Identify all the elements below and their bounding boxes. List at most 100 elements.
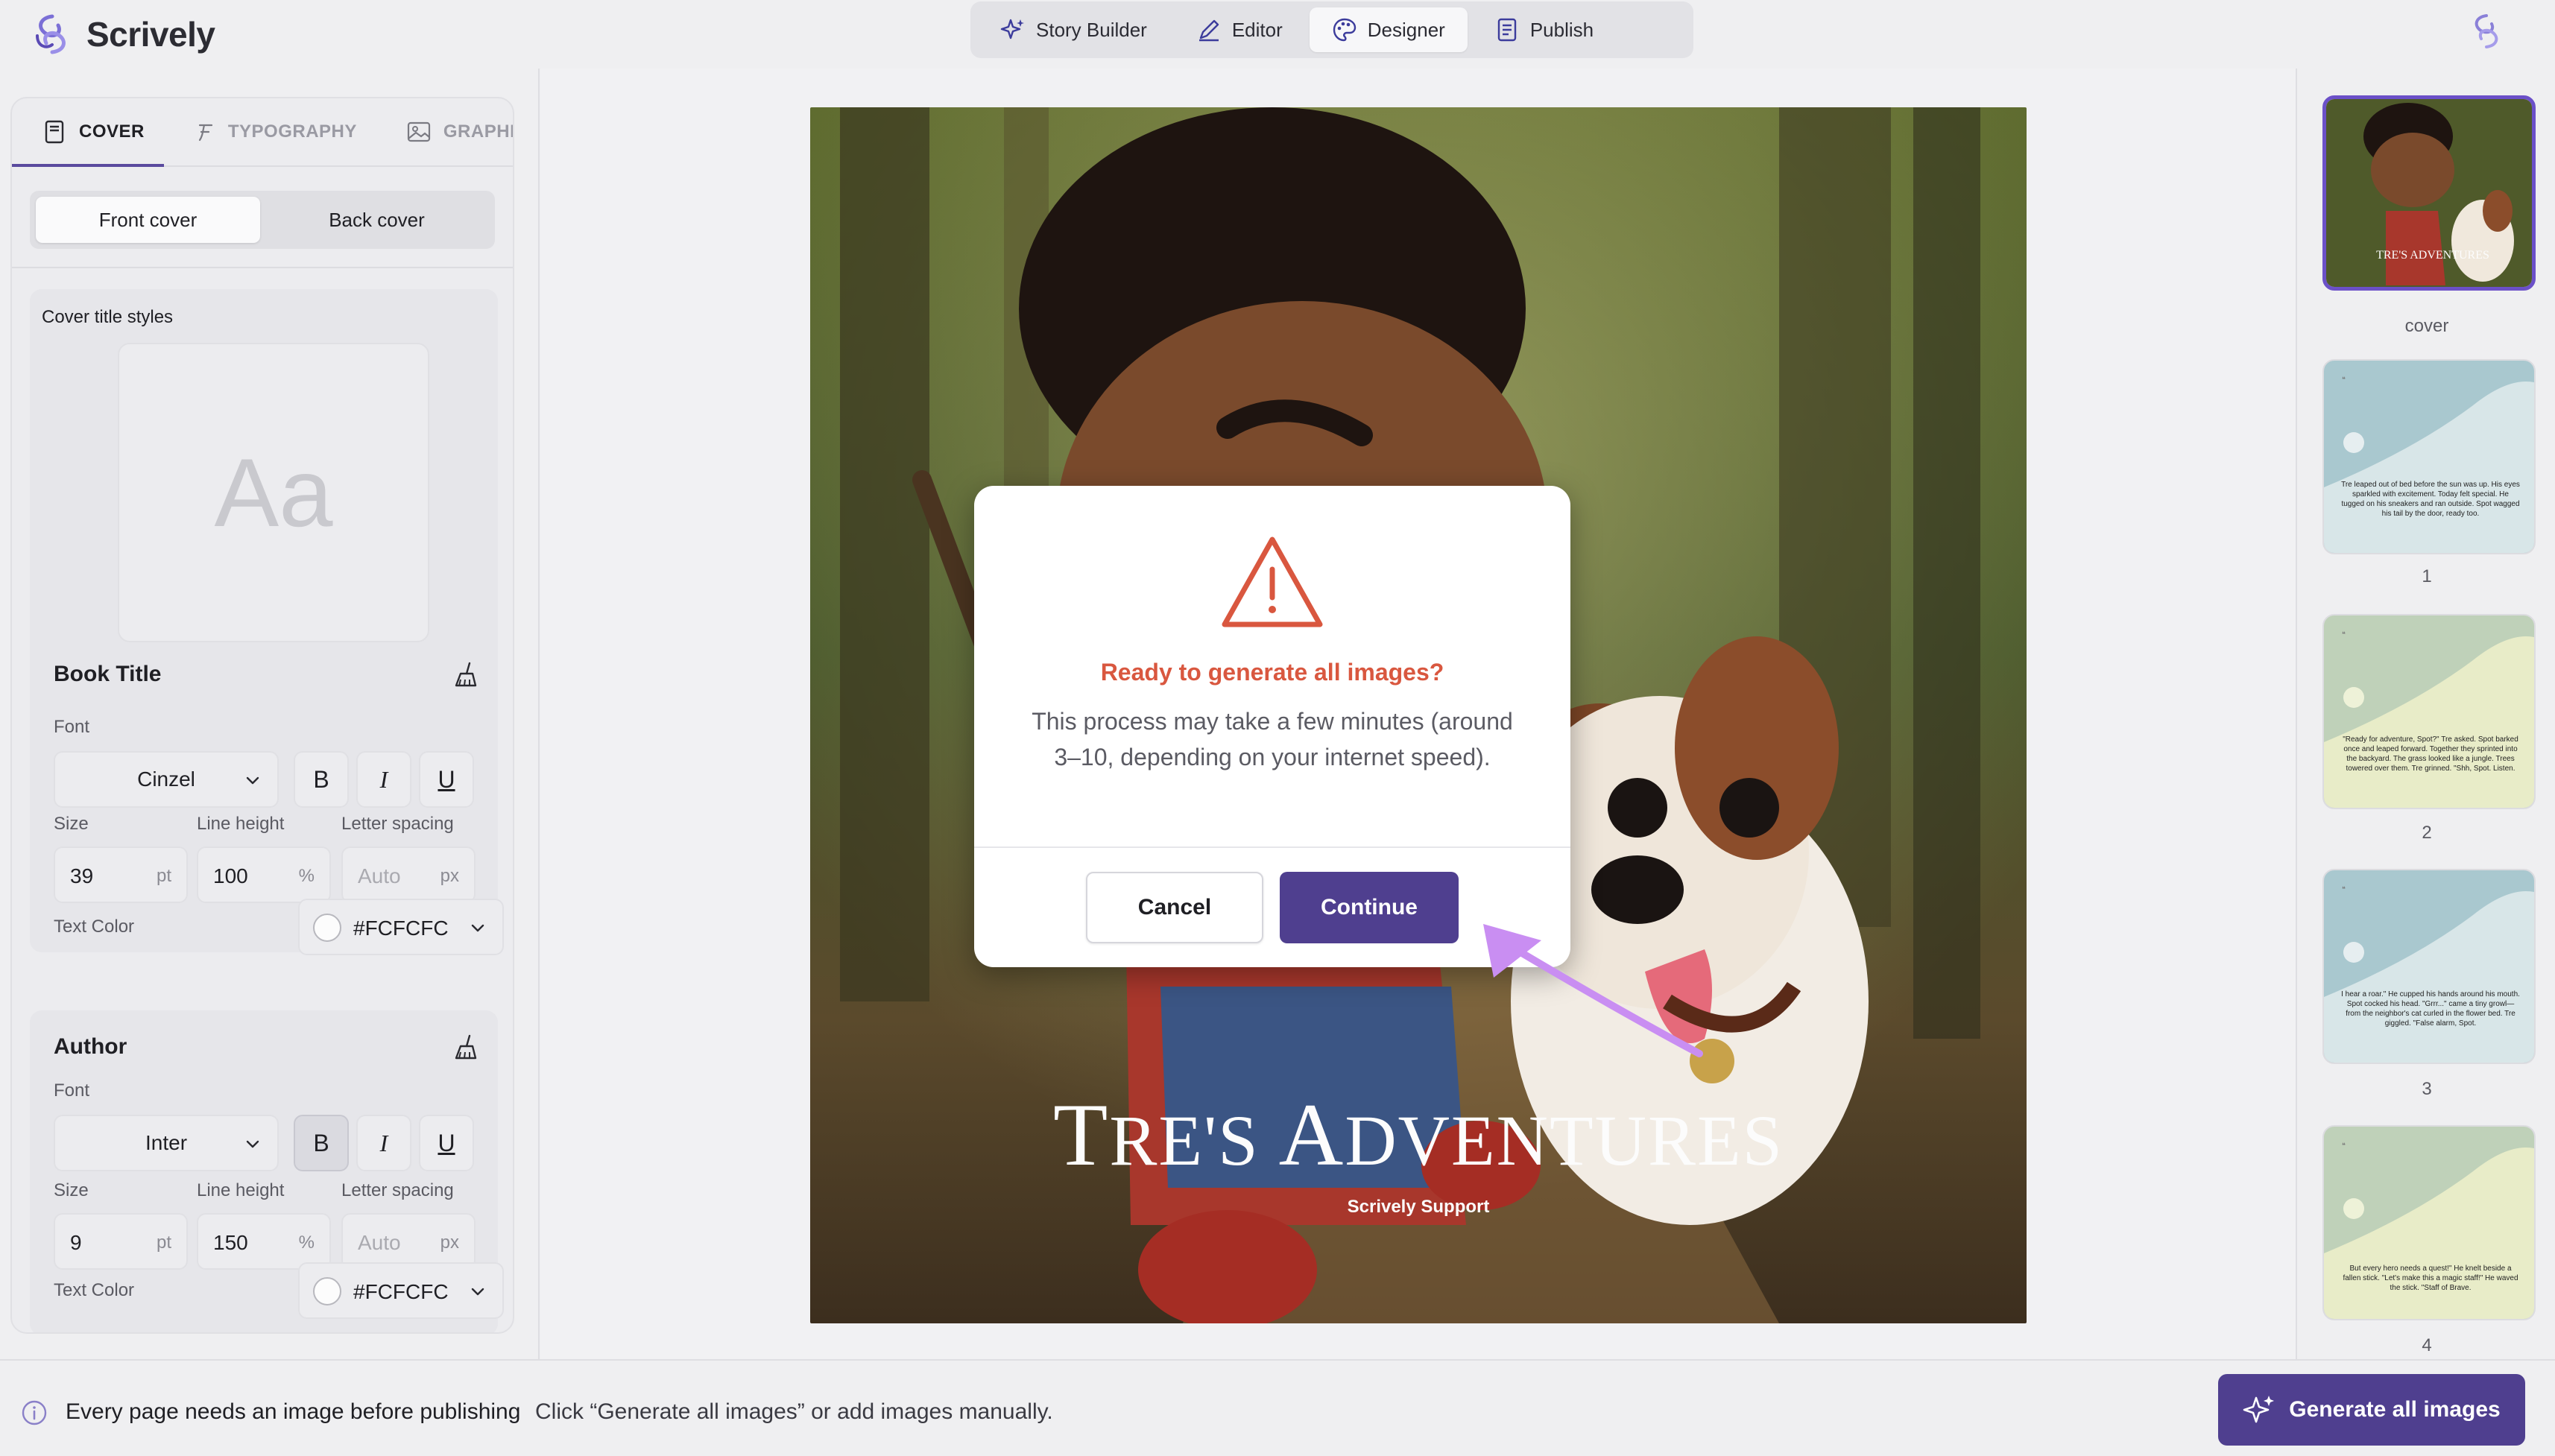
page-thumb-4[interactable]: ❝ But every hero needs a quest!" He knel… bbox=[2322, 1125, 2536, 1320]
size-value: 9 bbox=[70, 1231, 82, 1254]
page-thumb-2[interactable]: ❝ "Ready for adventure, Spot?" Tre asked… bbox=[2322, 614, 2536, 809]
bold-button[interactable]: B bbox=[294, 1115, 349, 1171]
document-icon bbox=[1497, 18, 1517, 42]
design-settings-card: COVER TYPOGRAPHY GRAPHICS Front cover Ba… bbox=[10, 97, 514, 1334]
letter-spacing-label: Letter spacing bbox=[341, 814, 454, 834]
nav-label: Designer bbox=[1367, 18, 1445, 41]
author-letter-spacing-input[interactable]: Auto px bbox=[341, 1213, 476, 1270]
line-height-label: Line height bbox=[197, 1180, 285, 1200]
image-icon bbox=[407, 121, 430, 142]
nav-publish[interactable]: Publish bbox=[1472, 7, 1616, 52]
author-color-select[interactable]: #FCFCFC bbox=[298, 1262, 504, 1319]
letter-spacing-unit: px bbox=[440, 1232, 459, 1253]
italic-button[interactable]: I bbox=[356, 751, 411, 808]
author-heading: Author bbox=[54, 1034, 127, 1059]
underline-button[interactable]: U bbox=[419, 751, 474, 808]
font-value: Cinzel bbox=[137, 767, 195, 791]
page-label: 1 bbox=[2422, 566, 2432, 586]
font-value: Inter bbox=[145, 1131, 188, 1154]
line-height-value: 150 bbox=[213, 1231, 248, 1254]
tab-label: GRAPHICS bbox=[443, 121, 514, 142]
bold-button[interactable]: B bbox=[294, 751, 349, 808]
front-cover-option[interactable]: Front cover bbox=[36, 197, 260, 243]
author-size-input[interactable]: 9 pt bbox=[54, 1213, 188, 1270]
italic-button[interactable]: I bbox=[356, 1115, 411, 1171]
thumb-cover-image: TRE'S ADVENTURES bbox=[2326, 99, 2532, 287]
cancel-button[interactable]: Cancel bbox=[1086, 872, 1263, 943]
title-part-3: A bbox=[1278, 1085, 1345, 1184]
page-label: cover bbox=[2404, 316, 2449, 336]
page-thumb-3[interactable]: ❝ I hear a roar." He cupped his hands ar… bbox=[2322, 869, 2536, 1064]
status-message: Every page needs an image before publish… bbox=[66, 1399, 521, 1424]
line-height-unit: % bbox=[298, 866, 315, 886]
continue-button[interactable]: Continue bbox=[1280, 872, 1459, 943]
size-value: 39 bbox=[70, 864, 94, 887]
tab-cover[interactable]: COVER bbox=[12, 98, 164, 167]
nav-designer[interactable]: Designer bbox=[1309, 7, 1468, 52]
book-title-color-select[interactable]: #FCFCFC bbox=[298, 899, 504, 955]
text-color-label: Text Color bbox=[54, 1280, 135, 1300]
tab-graphics[interactable]: GRAPHICS bbox=[376, 98, 514, 165]
clear-format-icon[interactable] bbox=[450, 660, 480, 690]
warning-icon bbox=[1222, 536, 1323, 627]
underline-button[interactable]: U bbox=[419, 1115, 474, 1171]
author-line-height-input[interactable]: 150 % bbox=[197, 1213, 331, 1270]
title-part-4: DVENTURES bbox=[1345, 1101, 1784, 1180]
author-section: Author Font Inter B I U Size Line height… bbox=[30, 1010, 504, 1332]
font-label: Font bbox=[54, 1080, 90, 1101]
tab-typography[interactable]: TYPOGRAPHY bbox=[164, 98, 376, 165]
page-thumb-1[interactable]: ❝ Tre leaped out of bed before the sun w… bbox=[2322, 359, 2536, 554]
nav-editor[interactable]: Editor bbox=[1174, 7, 1305, 52]
sparkles-icon bbox=[2243, 1396, 2275, 1423]
nav-story-builder[interactable]: Story Builder bbox=[978, 7, 1169, 52]
tab-label: COVER bbox=[79, 121, 145, 142]
book-title-letter-spacing-input[interactable]: Auto px bbox=[341, 846, 476, 903]
cover-author[interactable]: Scrively Support bbox=[810, 1197, 2027, 1218]
sparkles-icon bbox=[1000, 19, 1024, 39]
line-height-value: 100 bbox=[213, 864, 248, 887]
title-part-2: RE'S bbox=[1109, 1101, 1279, 1180]
cover-title-styles-label: Cover title styles bbox=[42, 307, 174, 327]
pointer-arrow-annotation bbox=[1483, 924, 1703, 1057]
color-swatch bbox=[313, 914, 341, 942]
author-font-select[interactable]: Inter bbox=[54, 1115, 279, 1171]
font-label: Font bbox=[54, 717, 90, 737]
book-title-font-select[interactable]: Cinzel bbox=[54, 751, 279, 808]
letter-spacing-placeholder: Auto bbox=[358, 1231, 401, 1254]
page-thumb-text: But every hero needs a quest!" He knelt … bbox=[2343, 1264, 2518, 1292]
book-title-line-height-input[interactable]: 100 % bbox=[197, 846, 331, 903]
page-thumb-text: "Ready for adventure, Spot?" Tre asked. … bbox=[2343, 735, 2518, 773]
thumb-background bbox=[2324, 636, 2534, 808]
cover-side-toggle: Front cover Back cover bbox=[30, 191, 495, 249]
page-label: 3 bbox=[2422, 1079, 2432, 1099]
page-thumb-mark: ❝ bbox=[2342, 376, 2346, 383]
thumb-background bbox=[2324, 382, 2534, 553]
tab-label: TYPOGRAPHY bbox=[227, 121, 357, 142]
thumb-background bbox=[2324, 891, 2534, 1063]
page-thumbnails: TRE'S ADVENTURES cover ❝ Tre leaped out … bbox=[2296, 69, 2555, 1359]
chevron-down-icon bbox=[246, 776, 259, 785]
app-logo[interactable]: Scrively bbox=[30, 7, 215, 61]
chevron-down-icon bbox=[471, 1288, 484, 1296]
scrively-mark-icon[interactable] bbox=[2467, 12, 2506, 51]
page-thumb-text: I hear a roar." He cupped his hands arou… bbox=[2341, 990, 2520, 1028]
nav-label: Story Builder bbox=[1036, 18, 1147, 41]
bottom-status-bar: Every page needs an image before publish… bbox=[0, 1359, 2555, 1456]
cover-title[interactable]: TRE'S ADVENTURES bbox=[810, 1083, 2027, 1186]
back-cover-option[interactable]: Back cover bbox=[265, 197, 489, 243]
title-part-1: T bbox=[1053, 1085, 1110, 1184]
generate-images-dialog: Ready to generate all images? This proce… bbox=[974, 486, 1570, 967]
line-height-label: Line height bbox=[197, 814, 285, 834]
page-thumb-text: Tre leaped out of bed before the sun was… bbox=[2341, 481, 2520, 518]
palette-icon bbox=[1333, 18, 1356, 42]
left-panel: COVER TYPOGRAPHY GRAPHICS Front cover Ba… bbox=[0, 69, 540, 1359]
style-preview[interactable]: Aa bbox=[118, 343, 429, 642]
page-thumb-cover[interactable]: TRE'S ADVENTURES bbox=[2322, 95, 2536, 291]
generate-all-images-button[interactable]: Generate all images bbox=[2218, 1374, 2525, 1446]
cover-icon bbox=[45, 120, 64, 144]
top-bar: Scrively Story Builder Editor Designer P… bbox=[0, 0, 2555, 69]
info-icon bbox=[22, 1400, 47, 1425]
pen-icon bbox=[1198, 19, 1219, 42]
clear-format-icon[interactable] bbox=[450, 1033, 480, 1063]
book-title-size-input[interactable]: 39 pt bbox=[54, 846, 188, 903]
